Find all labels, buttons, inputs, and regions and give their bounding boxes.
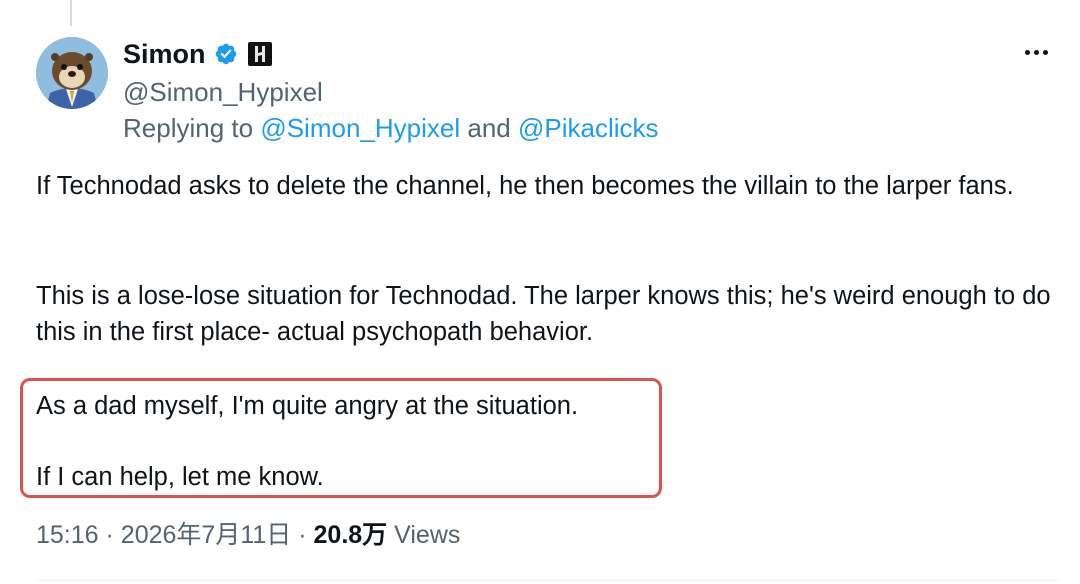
views-label[interactable]: Views: [394, 521, 460, 549]
avatar[interactable]: [36, 37, 108, 109]
replying-prefix: Replying to: [123, 113, 254, 143]
author-header: Simon: [123, 37, 272, 71]
tweet-paragraph-3: As a dad myself, I'm quite angry at the …: [36, 392, 579, 420]
tweet-paragraph-2: This is a lose-lose situation for Techno…: [36, 282, 1051, 346]
otter-avatar-icon: [36, 37, 108, 109]
dot: [1024, 49, 1030, 55]
verified-badge-icon[interactable]: [214, 42, 238, 66]
hypixel-badge-icon[interactable]: [247, 42, 272, 66]
replying-to-line: Replying to @Simon_Hypixel and @Pikaclic…: [123, 112, 659, 144]
thread-connector-line: [70, 0, 72, 26]
more-options-icon[interactable]: [1018, 38, 1054, 66]
dot: [1042, 49, 1048, 55]
tweet-meta: 15:16 · 2026年7月11日 · 20.8万 Views: [36, 518, 460, 552]
author-handle[interactable]: @Simon_Hypixel: [123, 76, 323, 108]
tweet-paragraph-1: If Technodad asks to delete the channel,…: [36, 172, 1014, 200]
author-name[interactable]: Simon: [123, 37, 206, 71]
tweet-time[interactable]: 15:16: [36, 521, 99, 549]
replying-conjunction: and: [467, 113, 511, 143]
tweet-paragraph-4: If I can help, let me know.: [36, 463, 324, 491]
meta-separator: ·: [105, 521, 114, 549]
mention-link-1[interactable]: @Simon_Hypixel: [260, 113, 460, 143]
divider: [36, 580, 1060, 581]
tweet-date[interactable]: 2026年7月11日: [121, 521, 291, 549]
views-count[interactable]: 20.8万: [314, 521, 388, 549]
mention-link-2[interactable]: @Pikaclicks: [518, 113, 659, 143]
meta-separator: ·: [298, 521, 307, 549]
dot: [1033, 49, 1039, 55]
